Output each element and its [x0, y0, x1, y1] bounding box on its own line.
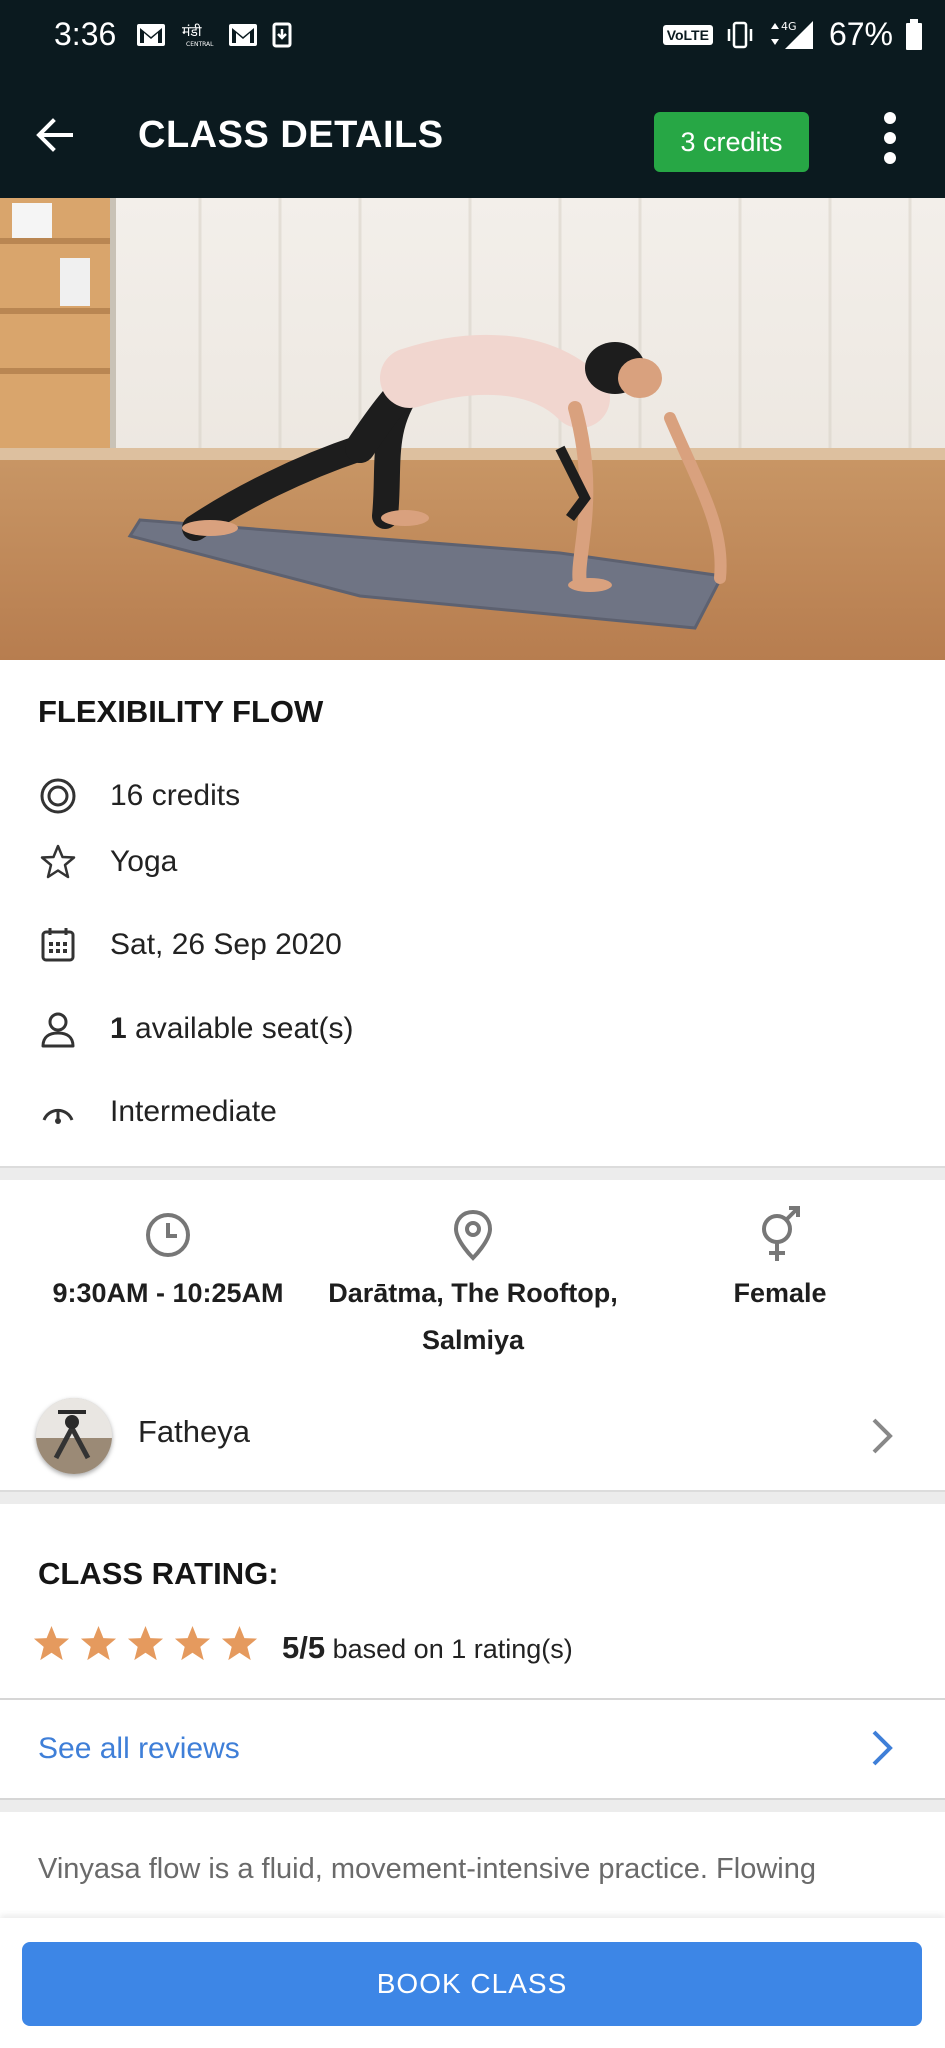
seats-label: available seat(s) — [126, 1012, 354, 1045]
class-category: Yoga — [110, 845, 178, 878]
app-notification-icon: मंडीCENTRAL — [182, 23, 214, 48]
signal-icon: 4G — [770, 20, 813, 49]
vibrate-icon — [727, 21, 753, 48]
location-pin-icon — [453, 1209, 493, 1261]
credits-row: 16 credits — [38, 776, 240, 816]
rating-summary: 5/5 based on 1 rating(s) — [282, 1630, 573, 1666]
status-indicators: VoLTE 4G 67% — [662, 16, 923, 53]
star-filled-icon — [80, 1625, 117, 1661]
battery-percent: 67% — [828, 16, 893, 52]
gender-icon — [762, 1206, 800, 1261]
page-title: CLASS DETAILS — [138, 114, 444, 156]
location-line-2: Salmiya — [421, 1325, 525, 1355]
star-filled-icon — [221, 1625, 258, 1661]
section-divider — [0, 1800, 945, 1812]
level-row: Intermediate — [38, 1092, 277, 1132]
class-gender: Female — [733, 1278, 827, 1308]
volte-badge: VoLTE — [662, 24, 713, 45]
gmail-icon — [229, 24, 257, 46]
category-row: Yoga — [38, 842, 177, 882]
section-divider — [0, 1490, 945, 1504]
battery-icon — [906, 18, 922, 50]
time-info: 9:30AM - 10:25AM — [18, 1200, 318, 1317]
person-icon — [41, 1012, 75, 1048]
svg-text:मंडी: मंडी — [182, 23, 202, 40]
class-credits: 16 credits — [110, 779, 241, 812]
gmail-icon — [137, 24, 165, 46]
rating-score: 5/5 — [282, 1630, 326, 1665]
class-title: FLEXIBILITY FLOW — [38, 694, 324, 729]
gauge-icon — [42, 1108, 74, 1124]
back-button[interactable] — [30, 110, 80, 160]
credits-badge[interactable]: 3 credits — [654, 112, 809, 172]
dot — [884, 132, 896, 144]
class-description: Vinyasa flow is a fluid, movement-intens… — [38, 1853, 816, 1885]
seats-row: 1 available seat(s) — [38, 1009, 353, 1049]
star-outline-icon — [40, 844, 76, 879]
gender-info: Female — [630, 1200, 930, 1317]
class-time: 9:30AM - 10:25AM — [52, 1278, 284, 1308]
see-all-reviews-label: See all reviews — [38, 1732, 240, 1765]
rating-stars — [32, 1624, 259, 1663]
class-date: Sat, 26 Sep 2020 — [110, 928, 342, 961]
download-icon — [272, 22, 292, 48]
app-bar: CLASS DETAILS 3 credits — [0, 70, 945, 198]
dot — [884, 112, 896, 124]
dot — [884, 152, 896, 164]
status-time: 3:36 — [54, 16, 117, 52]
star-filled-icon — [127, 1625, 164, 1661]
chevron-right-icon — [872, 1730, 893, 1766]
more-options-button[interactable] — [870, 108, 910, 168]
arrow-left-icon — [36, 118, 73, 152]
available-seats: 1 available seat(s) — [110, 1012, 353, 1046]
class-level: Intermediate — [110, 1095, 277, 1128]
seats-count: 1 — [110, 1012, 127, 1045]
bottom-action-bar: BOOK CLASS — [0, 1918, 945, 2048]
instructor-avatar — [36, 1398, 112, 1474]
book-class-button[interactable]: BOOK CLASS — [22, 1942, 922, 2026]
calendar-icon — [41, 928, 75, 962]
notification-icons: मंडी CENTRAL — [136, 20, 292, 50]
rating-count: based on 1 rating(s) — [325, 1634, 573, 1664]
class-hero-image — [0, 198, 945, 660]
instructor-row[interactable]: Fatheya — [0, 1388, 945, 1494]
star-filled-icon — [33, 1625, 70, 1661]
svg-text:CENTRAL: CENTRAL — [186, 41, 214, 48]
chevron-right-icon — [872, 1418, 893, 1454]
see-all-reviews-link[interactable]: See all reviews — [0, 1698, 945, 1800]
section-divider — [0, 1166, 945, 1180]
location-info[interactable]: Darātma, The Rooftop, Salmiya — [323, 1200, 623, 1364]
clock-icon — [146, 1213, 190, 1257]
status-bar: 3:36 मंडी CENTRAL VoLTE 4G 67% — [0, 0, 945, 70]
network-type-label: 4G — [781, 20, 797, 33]
rating-title: CLASS RATING: — [38, 1556, 279, 1591]
date-row: Sat, 26 Sep 2020 — [38, 925, 342, 965]
instructor-name: Fatheya — [138, 1414, 251, 1449]
star-filled-icon — [174, 1625, 211, 1661]
target-icon — [40, 778, 76, 814]
location-line-1: Darātma, The Rooftop, — [328, 1278, 618, 1308]
